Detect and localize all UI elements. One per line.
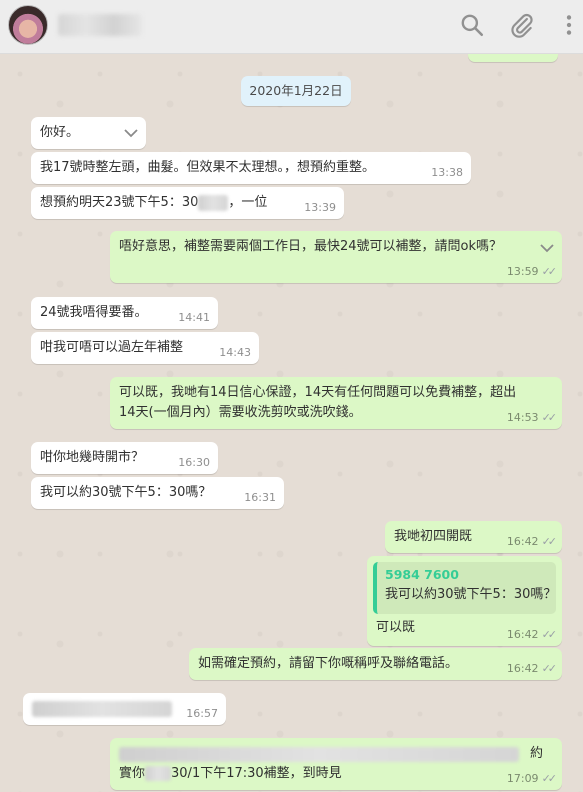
message-bubble-incoming[interactable]: 你好。 — [31, 117, 146, 149]
paperclip-icon[interactable] — [509, 12, 535, 38]
double-check-icon: ✓✓ — [541, 772, 558, 785]
message-bubble-outgoing[interactable]: 我哋初四開既 16:42 ✓✓ — [385, 521, 562, 553]
double-check-icon: ✓✓ — [541, 411, 558, 424]
quoted-sender: 5984 7600 — [385, 567, 459, 582]
double-check-icon: ✓✓ — [541, 265, 558, 278]
message-bubble-outgoing[interactable]: 如需確定預約，請留下你嘅稱呼及聯絡電話。 16:42 ✓✓ — [189, 648, 562, 680]
message-bubble-incoming[interactable]: 咁我可唔可以過左年補整 14:43 — [31, 332, 259, 364]
message-text: 我哋初四開既 — [394, 529, 473, 544]
message-time: 16:42 ✓✓ — [506, 628, 558, 642]
message-time: 16:57 — [186, 707, 218, 720]
chevron-down-icon[interactable] — [122, 124, 140, 142]
message-bubble-incoming[interactable]: 想預約明天23號下午5：30 ，一位 13:39 — [31, 187, 344, 219]
message-bubble-outgoing-reply[interactable]: 5984 7600 我可以約30號下午5：30嗎？ 可以既 16:42 ✓✓ — [367, 556, 562, 646]
message-text: 可以既 — [376, 620, 416, 635]
message-bubble-incoming[interactable]: 我可以約30號下午5：30嗎？ 16:31 — [31, 477, 284, 509]
message-text-after: ，一位 — [228, 195, 268, 210]
redacted-text — [119, 747, 519, 762]
message-time: 13:59 ✓✓ — [506, 265, 558, 279]
redacted-text — [32, 700, 172, 717]
message-bubble-incoming[interactable]: 咁你地幾時開市？ 16:30 — [31, 442, 218, 474]
message-time: 14:41 — [178, 311, 210, 324]
conversation-panel[interactable]: 2020年1月22日 你好。 我17號時整左頭，曲髮。但效果不太理想。，想預約重… — [0, 54, 583, 792]
message-time-value: 16:42 — [506, 628, 539, 641]
double-check-icon: ✓✓ — [541, 535, 558, 548]
quoted-text: 我可以約30號下午5：30嗎？ — [385, 587, 557, 602]
message-time-value: 13:59 — [506, 265, 539, 278]
message-bubble-partial — [468, 54, 558, 62]
message-time: 17:09 ✓✓ — [506, 772, 558, 786]
message-text: 咁你地幾時開市？ — [40, 450, 145, 465]
menu-icon[interactable] — [556, 12, 582, 38]
double-check-icon: ✓✓ — [541, 662, 558, 675]
message-time-value: 16:42 — [506, 535, 539, 548]
message-text: 你好。 — [40, 125, 80, 140]
message-text-line2: 14天(一個月內）需要收洗剪吹或洗吹錢。 — [119, 405, 362, 420]
redacted-text — [198, 194, 229, 211]
message-bubble-outgoing[interactable]: 唔好意思，補整需要兩個工作日，最快24號可以補整，請問ok嗎？ 13:59 ✓✓ — [110, 231, 562, 283]
contact-avatar[interactable] — [8, 5, 48, 45]
message-text: 24號我唔得要番。 — [40, 305, 148, 320]
message-time: 13:39 — [304, 201, 336, 214]
message-time: 14:53 ✓✓ — [506, 411, 558, 425]
message-bubble-incoming[interactable]: 24號我唔得要番。 14:41 — [31, 297, 218, 329]
message-text-line1: 可以既，我哋有14日信心保證，14天有任何問題可以免費補整，超出 — [119, 385, 517, 400]
message-text: 咁我可唔可以過左年補整 — [40, 340, 184, 355]
chat-header — [0, 0, 583, 54]
message-time-value: 16:42 — [506, 662, 539, 675]
message-time-value: 14:53 — [506, 411, 539, 424]
message-time: 16:42 ✓✓ — [506, 535, 558, 549]
message-bubble-outgoing[interactable]: 約 實你 30/1下午17:30補整，到時見 17:09 ✓✓ — [110, 738, 562, 790]
message-time-value: 17:09 — [506, 772, 539, 785]
redacted-text — [145, 766, 172, 781]
message-bubble-incoming[interactable]: 我17號時整左頭，曲髮。但效果不太理想。，想預約重整。 13:38 — [31, 152, 471, 184]
search-icon[interactable] — [459, 12, 485, 38]
message-text-line2: 30/1下午17:30補整，到時見 — [171, 766, 342, 781]
message-text: 我17號時整左頭，曲髮。但效果不太理想。，想預約重整。 — [40, 160, 376, 175]
message-time: 14:43 — [219, 346, 251, 359]
message-bubble-incoming-redacted[interactable]: 16:57 — [23, 693, 226, 725]
message-bubble-outgoing[interactable]: 可以既，我哋有14日信心保證，14天有任何問題可以免費補整，超出 14天(一個月… — [110, 377, 562, 429]
message-time: 13:38 — [431, 166, 463, 179]
message-text: 唔好意思，補整需要兩個工作日，最快24號可以補整，請問ok嗎？ — [119, 239, 503, 254]
message-time: 16:30 — [178, 456, 210, 469]
chevron-down-icon[interactable] — [538, 239, 556, 257]
message-text: 如需確定預約，請留下你嘅稱呼及聯絡電話。 — [198, 656, 459, 671]
message-text: 我可以約30號下午5：30嗎？ — [40, 485, 212, 500]
contact-name-redacted[interactable] — [58, 14, 142, 36]
date-divider: 2020年1月22日 — [241, 76, 351, 106]
message-text: 想預約明天23號下午5：30 — [40, 195, 199, 210]
message-time: 16:42 ✓✓ — [506, 662, 558, 676]
quoted-message[interactable]: 5984 7600 我可以約30號下午5：30嗎？ — [373, 562, 556, 614]
message-time: 16:31 — [244, 491, 276, 504]
message-text-line1-end: 約 — [529, 746, 543, 761]
message-text-line2-start: 實你 — [119, 766, 146, 781]
double-check-icon: ✓✓ — [541, 628, 558, 641]
